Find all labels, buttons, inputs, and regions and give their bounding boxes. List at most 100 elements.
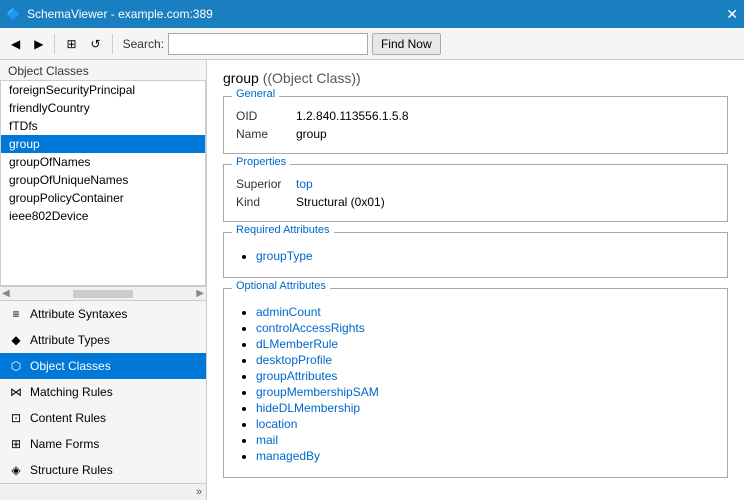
nav-item-label-matching-rules: Matching Rules — [30, 385, 113, 399]
tree-item-group[interactable]: group — [1, 135, 205, 153]
back-button[interactable]: ◀ — [6, 34, 25, 54]
superior-link[interactable]: top — [296, 177, 313, 191]
general-legend: General — [232, 88, 279, 100]
tree-item-grouppolicycontainer[interactable]: groupPolicyContainer — [1, 189, 205, 207]
toolbar: ◀ ▶ ⊞ ↺ Search: Find Now — [0, 28, 744, 60]
optional-attr-dLMemberRule: dLMemberRule — [256, 337, 715, 351]
view-icon: ⊞ — [66, 37, 76, 51]
optional-attr-link-dLMemberRule[interactable]: dLMemberRule — [256, 337, 338, 351]
optional-attr-desktopProfile: desktopProfile — [256, 353, 715, 367]
name-value: group — [296, 127, 327, 141]
oid-row: OID 1.2.840.113556.1.5.8 — [236, 109, 715, 123]
optional-attrs-legend: Optional Attributes — [232, 280, 330, 292]
oid-value: 1.2.840.113556.1.5.8 — [296, 109, 409, 123]
detail-object-name: group — [223, 70, 259, 86]
separator-1 — [54, 34, 55, 54]
struct-icon: ◈ — [8, 462, 24, 478]
properties-content: Superior top Kind Structural (0x01) — [224, 165, 727, 221]
forward-button[interactable]: ▶ — [29, 34, 48, 54]
hscroll-thumb[interactable] — [73, 290, 133, 298]
general-content: OID 1.2.840.113556.1.5.8 Name group — [224, 97, 727, 153]
view-button[interactable]: ⊞ — [61, 34, 81, 54]
tree-item-ftdfs[interactable]: fTDfs — [1, 117, 205, 135]
nav-item-matching-rules[interactable]: ⋈Matching Rules — [0, 379, 206, 405]
optional-attr-adminCount: adminCount — [256, 305, 715, 319]
list-icon: ≡ — [8, 306, 24, 322]
forward-icon: ▶ — [34, 37, 43, 51]
hscroll-left-arrow[interactable]: ◀ — [2, 288, 10, 299]
close-button[interactable]: ✕ — [726, 6, 738, 23]
separator-2 — [112, 34, 113, 54]
required-attr-groupType: groupType — [256, 249, 715, 263]
optional-attr-link-groupMembershipSAM[interactable]: groupMembershipSAM — [256, 385, 379, 399]
nav-item-attribute-syntaxes[interactable]: ≡ Attribute Syntaxes — [0, 301, 206, 327]
search-label: Search: — [123, 37, 164, 51]
general-section: General OID 1.2.840.113556.1.5.8 Name gr… — [223, 96, 728, 154]
kind-row: Kind Structural (0x01) — [236, 195, 715, 209]
tree-list: foreignSecurityPrincipalfriendlyCountryf… — [0, 80, 206, 286]
nav-item-attribute-types[interactable]: ◆Attribute Types — [0, 327, 206, 353]
optional-attr-link-adminCount[interactable]: adminCount — [256, 305, 321, 319]
properties-legend: Properties — [232, 156, 290, 168]
nav-item-label-name-forms: Name Forms — [30, 437, 99, 451]
app-icon: 🔷 — [6, 7, 21, 21]
right-content: group ((Object Class)) General OID 1.2.8… — [207, 60, 744, 498]
form-icon: ⊞ — [8, 436, 24, 452]
expand-icon[interactable]: » — [196, 486, 202, 498]
content-icon: ⊡ — [8, 410, 24, 426]
class-icon: ⬡ — [8, 358, 24, 374]
nav-item-label-object-classes: Object Classes — [30, 359, 111, 373]
key-icon: ◆ — [8, 332, 24, 348]
hscroll-right-arrow[interactable]: ▶ — [196, 288, 204, 299]
properties-section: Properties Superior top Kind Structural … — [223, 164, 728, 222]
title-bar: 🔷 SchemaViewer - example.com:389 ✕ — [0, 0, 744, 28]
back-icon: ◀ — [11, 37, 20, 51]
main-layout: Object Classes foreignSecurityPrincipalf… — [0, 60, 744, 500]
optional-attr-link-groupAttributes[interactable]: groupAttributes — [256, 369, 337, 383]
optional-attr-mail: mail — [256, 433, 715, 447]
nav-item-name-forms[interactable]: ⊞ Name Forms — [0, 431, 206, 457]
name-label: Name — [236, 127, 296, 141]
nav-item-content-rules[interactable]: ⊡Content Rules — [0, 405, 206, 431]
superior-label: Superior — [236, 177, 296, 191]
kind-value: Structural (0x01) — [296, 195, 385, 209]
required-attr-link-groupType[interactable]: groupType — [256, 249, 313, 263]
optional-attr-link-hideDLMembership[interactable]: hideDLMembership — [256, 401, 360, 415]
tree-item-ieee802device[interactable]: ieee802Device — [1, 207, 205, 225]
required-attrs-content: groupType — [224, 233, 727, 277]
tree-item-friendlycountry[interactable]: friendlyCountry — [1, 99, 205, 117]
optional-attr-controlAccessRights: controlAccessRights — [256, 321, 715, 335]
optional-attr-link-location[interactable]: location — [256, 417, 297, 431]
left-panel: Object Classes foreignSecurityPrincipalf… — [0, 60, 207, 500]
optional-attr-link-mail[interactable]: mail — [256, 433, 278, 447]
optional-attrs-list: adminCount controlAccessRights dLMemberRul… — [256, 301, 715, 469]
required-attrs-list: groupType — [256, 245, 715, 269]
optional-attr-link-controlAccessRights[interactable]: controlAccessRights — [256, 321, 365, 335]
nav-items: ≡ Attribute Syntaxes ◆Attribute Types ⬡ Obje… — [0, 300, 206, 483]
optional-attr-link-managedBy[interactable]: managedBy — [256, 449, 320, 463]
optional-attr-groupMembershipSAM: groupMembershipSAM — [256, 385, 715, 399]
find-now-button[interactable]: Find Now — [372, 33, 441, 55]
kind-label: Kind — [236, 195, 296, 209]
nav-item-structure-rules[interactable]: ◈ Structure Rules — [0, 457, 206, 483]
nav-item-label-structure-rules: Structure Rules — [30, 463, 113, 477]
tree-item-groupofnames[interactable]: groupOfNames — [1, 153, 205, 171]
nav-expand-area: » — [0, 483, 206, 500]
refresh-button[interactable]: ↺ — [86, 34, 106, 54]
tree-item-foreignsecurityprincipal[interactable]: foreignSecurityPrincipal — [1, 81, 205, 99]
optional-attr-managedBy: managedBy — [256, 449, 715, 463]
search-input[interactable] — [168, 33, 368, 55]
tree-item-groupofuniquenames[interactable]: groupOfUniqueNames — [1, 171, 205, 189]
optional-attr-hideDLMembership: hideDLMembership — [256, 401, 715, 415]
optional-attrs-section: Optional Attributes adminCountcontrolAcc… — [223, 288, 728, 478]
tree-hscroll[interactable]: ◀ ▶ — [0, 286, 206, 300]
nav-item-label-attribute-syntaxes: Attribute Syntaxes — [30, 307, 127, 321]
optional-attr-link-desktopProfile[interactable]: desktopProfile — [256, 353, 332, 367]
required-attrs-legend: Required Attributes — [232, 224, 334, 236]
superior-row: Superior top — [236, 177, 715, 191]
required-attrs-section: Required Attributes groupType — [223, 232, 728, 278]
nav-item-object-classes[interactable]: ⬡ Object Classes — [0, 353, 206, 379]
detail-object-type: ((Object Class)) — [263, 70, 361, 86]
refresh-icon: ↺ — [91, 37, 101, 51]
optional-attrs-content: adminCount controlAccessRights dLMemberRul… — [224, 289, 727, 477]
